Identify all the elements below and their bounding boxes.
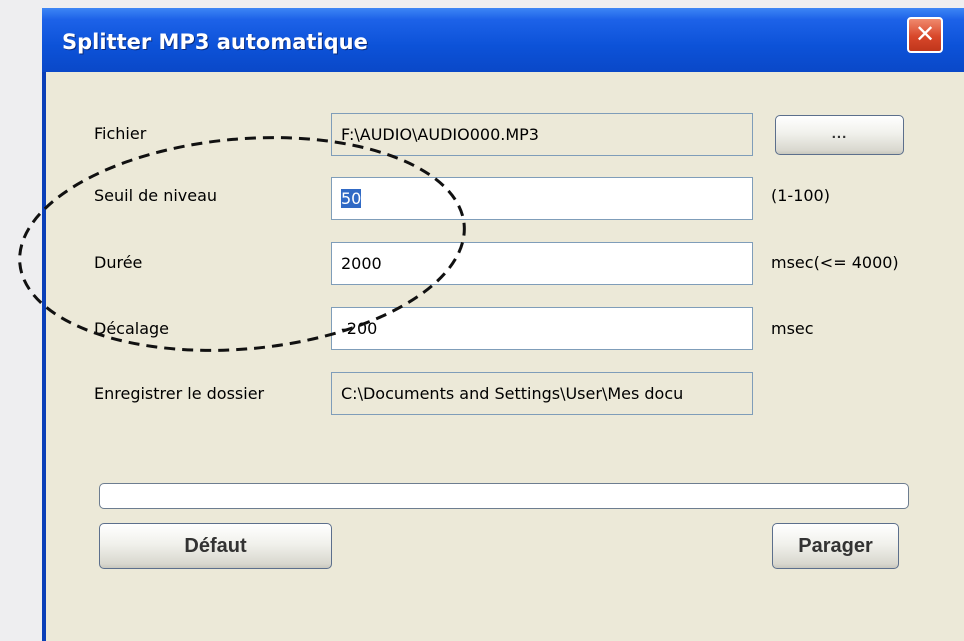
browse-button[interactable]: ... — [775, 115, 904, 155]
save-folder-label: Enregistrer le dossier — [94, 384, 265, 403]
file-path-field[interactable]: F:\AUDIO\AUDIO000.MP3 — [331, 113, 753, 156]
save-folder-field[interactable]: C:\Documents and Settings\User\Mes docu — [331, 372, 753, 415]
offset-label: Décalage — [94, 319, 170, 338]
threshold-hint: (1-100) — [771, 186, 830, 205]
threshold-input[interactable]: 50 — [331, 177, 753, 220]
split-button[interactable]: Parager — [772, 523, 899, 569]
dialog-window: Splitter MP3 automatique ✕ Fichier F:\AU… — [42, 8, 964, 641]
threshold-value: 50 — [341, 189, 362, 208]
file-label: Fichier — [94, 124, 147, 143]
duration-hint: msec(<= 4000) — [771, 253, 899, 272]
close-icon[interactable]: ✕ — [907, 17, 943, 53]
dialog-body: Fichier F:\AUDIO\AUDIO000.MP3 ... Seuil … — [46, 72, 964, 641]
threshold-label: Seuil de niveau — [94, 186, 218, 205]
duration-label: Durée — [94, 253, 143, 272]
offset-input[interactable]: -200 — [331, 307, 753, 350]
default-button[interactable]: Défaut — [99, 523, 332, 569]
progress-bar — [99, 483, 909, 509]
window-title: Splitter MP3 automatique — [62, 30, 368, 54]
duration-input[interactable]: 2000 — [331, 242, 753, 285]
title-bar[interactable]: Splitter MP3 automatique ✕ — [42, 8, 964, 72]
offset-hint: msec — [771, 319, 814, 338]
